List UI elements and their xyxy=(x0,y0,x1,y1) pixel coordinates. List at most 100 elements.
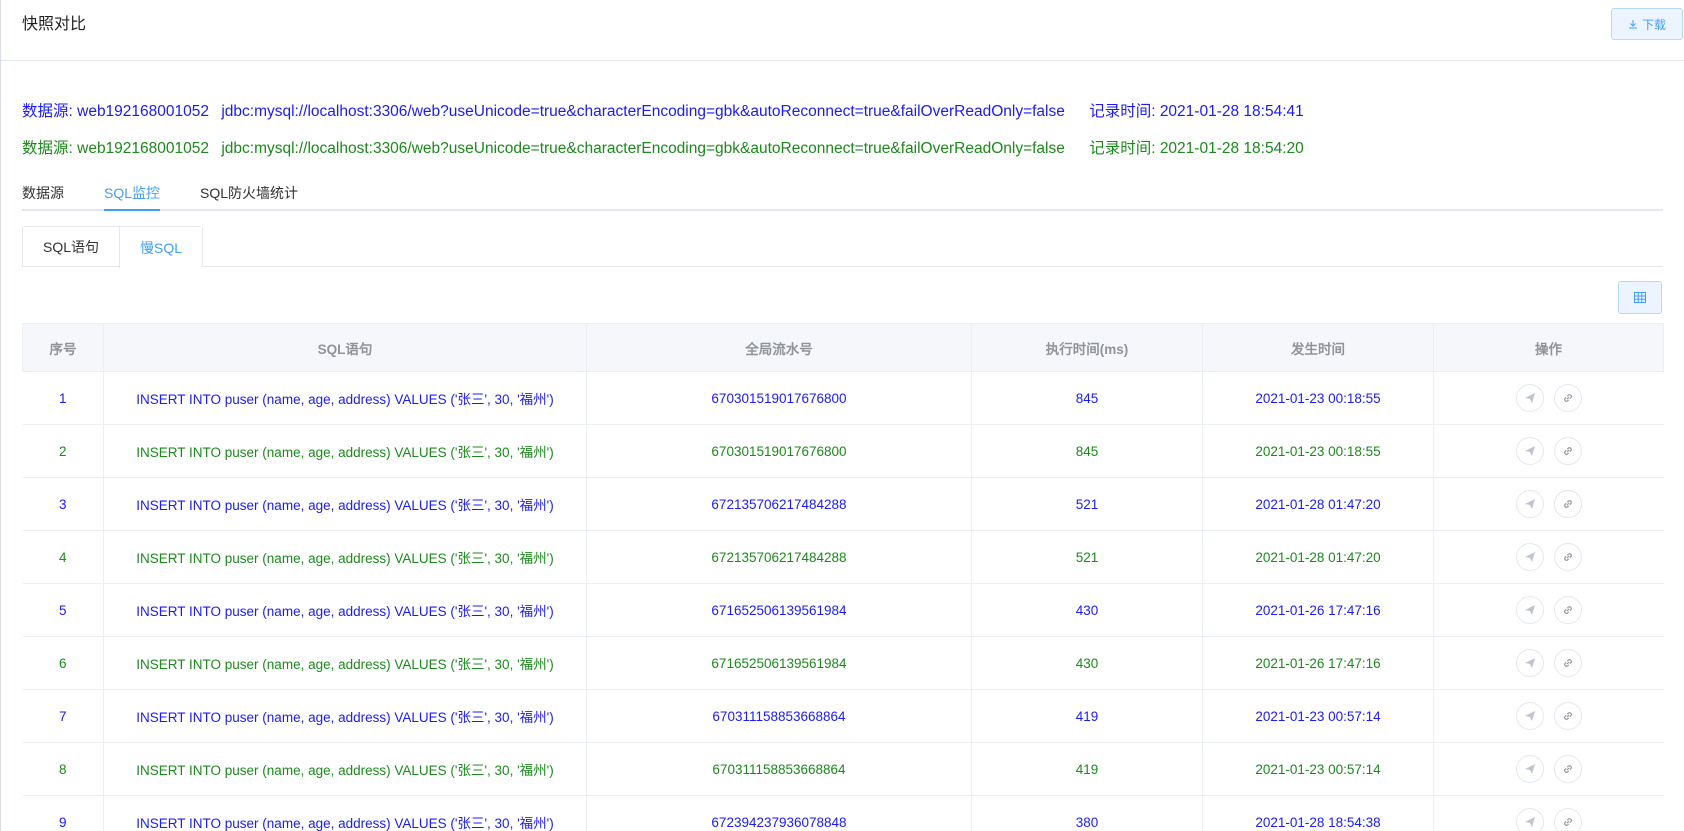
link-icon xyxy=(1563,553,1572,561)
cell-serial: 670311158853668864 xyxy=(586,689,972,743)
link-button[interactable] xyxy=(1553,384,1582,412)
send-icon xyxy=(1524,711,1535,721)
cell-exec-time: 430 xyxy=(971,636,1203,690)
cell-exec-time: 845 xyxy=(971,371,1203,425)
send-button[interactable] xyxy=(1515,490,1544,518)
row-actions xyxy=(1434,702,1664,730)
table-row: 1 INSERT INTO puser (name, age, address) … xyxy=(22,371,1664,425)
active-tab-indicator xyxy=(104,209,160,211)
cell-exec-time: 521 xyxy=(971,477,1203,531)
cell-sql: INSERT INTO puser (name, age, address) V… xyxy=(103,477,587,531)
link-icon xyxy=(1563,500,1572,508)
send-icon xyxy=(1524,552,1535,562)
col-header-serial[interactable]: 全局流水号 xyxy=(586,323,972,372)
cell-occur-time: 2021-01-23 00:18:55 xyxy=(1202,371,1434,425)
cell-exec-time: 521 xyxy=(971,530,1203,584)
cell-serial: 672135706217484288 xyxy=(586,530,972,584)
cell-exec-time: 419 xyxy=(971,742,1203,796)
link-icon xyxy=(1563,712,1572,720)
page-title: 快照对比 xyxy=(22,16,87,33)
link-icon xyxy=(1563,394,1572,402)
row-actions xyxy=(1434,755,1664,783)
cell-occur-time: 2021-01-26 17:47:16 xyxy=(1202,636,1434,690)
main-tabs: 数据源 SQL监控 SQL防火墙统计 xyxy=(22,178,1663,211)
cell-sql: INSERT INTO puser (name, age, address) V… xyxy=(103,583,587,637)
tab-sql-firewall-stats[interactable]: SQL防火墙统计 xyxy=(200,183,298,203)
link-button[interactable] xyxy=(1553,702,1582,730)
table-row: 6 INSERT INTO puser (name, age, address) … xyxy=(22,636,1664,690)
send-button[interactable] xyxy=(1515,543,1544,571)
link-button[interactable] xyxy=(1553,437,1582,465)
link-button[interactable] xyxy=(1553,755,1582,783)
download-button[interactable]: 下载 xyxy=(1611,8,1683,40)
link-icon xyxy=(1563,447,1572,455)
table-grid-icon xyxy=(1634,292,1646,303)
cell-serial: 670301519017676800 xyxy=(586,371,972,425)
link-button[interactable] xyxy=(1553,649,1582,677)
send-button[interactable] xyxy=(1515,596,1544,624)
cell-actions xyxy=(1433,477,1664,531)
tab-datasource[interactable]: 数据源 xyxy=(22,183,64,203)
cell-actions xyxy=(1433,636,1664,690)
cell-no: 2 xyxy=(22,424,104,478)
link-button[interactable] xyxy=(1553,543,1582,571)
table-row: 5 INSERT INTO puser (name, age, address) … xyxy=(22,583,1664,637)
col-header-sql[interactable]: SQL语句 xyxy=(103,323,587,372)
page-header: 快照对比 下载 xyxy=(1,0,1684,61)
cell-sql: INSERT INTO puser (name, age, address) V… xyxy=(103,742,587,796)
column-settings-button[interactable] xyxy=(1618,281,1662,314)
col-header-actions: 操作 xyxy=(1433,323,1664,372)
cell-actions xyxy=(1433,371,1664,425)
cell-no: 6 xyxy=(22,636,104,690)
table-row: 3 INSERT INTO puser (name, age, address) … xyxy=(22,477,1664,531)
source-url: jdbc:mysql://localhost:3306/web?useUnico… xyxy=(221,103,1065,120)
cell-actions xyxy=(1433,583,1664,637)
record-time: 2021-01-28 18:54:41 xyxy=(1159,103,1304,120)
link-button[interactable] xyxy=(1553,596,1582,624)
cell-occur-time: 2021-01-23 00:57:14 xyxy=(1202,689,1434,743)
send-button[interactable] xyxy=(1515,808,1544,831)
cell-serial: 672135706217484288 xyxy=(586,477,972,531)
cell-serial: 671652506139561984 xyxy=(586,583,972,637)
row-actions xyxy=(1434,384,1664,412)
tab-sql-monitor[interactable]: SQL监控 xyxy=(104,183,160,203)
row-actions xyxy=(1434,808,1664,831)
table-row: 2 INSERT INTO puser (name, age, address) … xyxy=(22,424,1664,478)
tab-slow-sql[interactable]: 慢SQL xyxy=(119,227,203,268)
send-button[interactable] xyxy=(1515,702,1544,730)
link-button[interactable] xyxy=(1553,490,1582,518)
source-name: web192168001052 xyxy=(77,103,210,120)
col-header-occur-time[interactable]: 发生时间 xyxy=(1202,323,1434,372)
cell-no: 9 xyxy=(22,795,104,831)
send-button[interactable] xyxy=(1515,384,1544,412)
table-body: 1 INSERT INTO puser (name, age, address) … xyxy=(22,371,1664,831)
cell-serial: 671652506139561984 xyxy=(586,636,972,690)
col-header-no[interactable]: 序号 xyxy=(22,323,104,372)
cell-exec-time: 419 xyxy=(971,689,1203,743)
cell-occur-time: 2021-01-28 01:47:20 xyxy=(1202,530,1434,584)
page-frame: 快照对比 下载 数据源: web192168001052 jdbc:mysql:… xyxy=(0,0,1684,831)
cell-no: 1 xyxy=(22,371,104,425)
row-actions xyxy=(1434,543,1664,571)
cell-no: 5 xyxy=(22,583,104,637)
source-label: 数据源: xyxy=(22,140,73,157)
col-header-exec-time[interactable]: 执行时间(ms) xyxy=(971,323,1203,372)
cell-serial: 672394237936078848 xyxy=(586,795,972,831)
cell-no: 3 xyxy=(22,477,104,531)
send-button[interactable] xyxy=(1515,649,1544,677)
send-button[interactable] xyxy=(1515,437,1544,465)
cell-sql: INSERT INTO puser (name, age, address) V… xyxy=(103,530,587,584)
cell-no: 8 xyxy=(22,742,104,796)
send-icon xyxy=(1524,446,1535,456)
cell-sql: INSERT INTO puser (name, age, address) V… xyxy=(103,424,587,478)
record-time-label: 记录时间: xyxy=(1089,103,1156,120)
link-button[interactable] xyxy=(1553,808,1582,831)
cell-actions xyxy=(1433,424,1664,478)
source-line-compare: 数据源: web192168001052 jdbc:mysql://localh… xyxy=(22,136,1304,158)
link-icon xyxy=(1563,818,1572,826)
record-time: 2021-01-28 18:54:20 xyxy=(1159,140,1304,157)
source-url: jdbc:mysql://localhost:3306/web?useUnico… xyxy=(221,140,1065,157)
table-header-row: 序号 SQL语句 全局流水号 执行时间(ms) 发生时间 操作 xyxy=(22,323,1664,372)
tab-sql-statements[interactable]: SQL语句 xyxy=(23,227,119,267)
send-button[interactable] xyxy=(1515,755,1544,783)
